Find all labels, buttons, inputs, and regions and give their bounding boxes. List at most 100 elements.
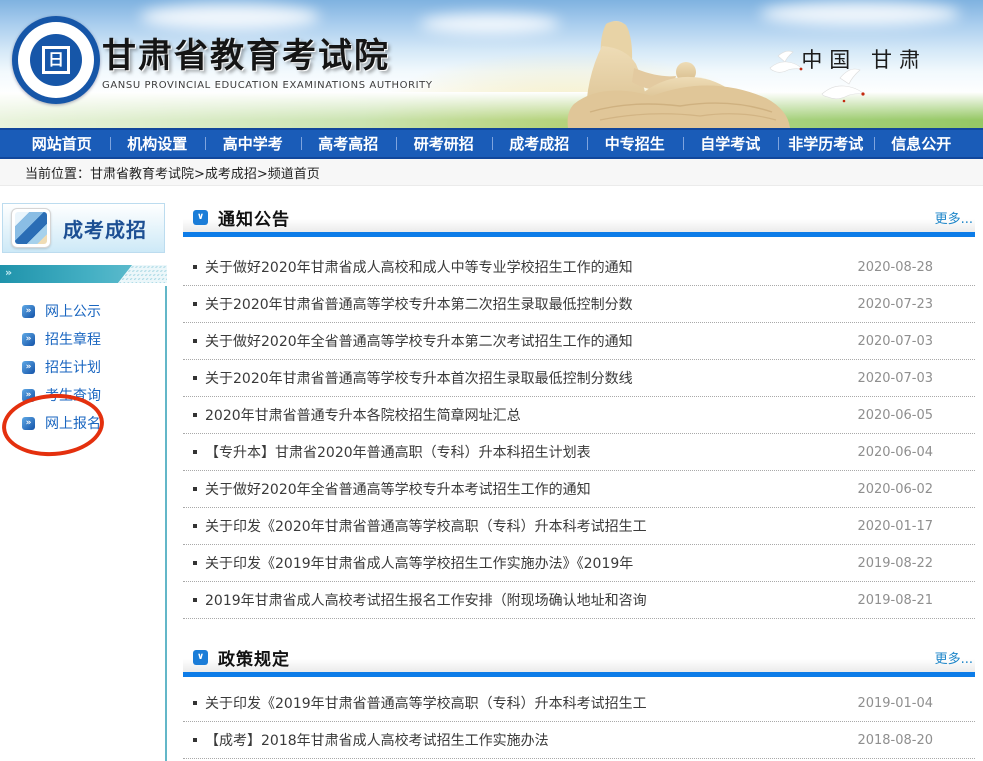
notice-date: 2020-06-04 [857,445,975,460]
bullet-icon [193,738,197,742]
sidebar-item-label[interactable]: 考生查询 [45,385,101,405]
sidebar-menu: » 网上公示 » 招生章程 » 招生计划 » 考生查询 » 网上报名 [0,297,167,437]
main-nav: 网站首页 机构设置 高中学考 高考高招 研考研招 成考成招 中专招生 自学考试 … [0,128,983,159]
notice-date: 2020-01-17 [857,519,975,534]
nav-item-gaokao[interactable]: 高考高招 [301,130,397,157]
policy-date: 2018-08-20 [857,733,975,748]
nav-item-self-study[interactable]: 自学考试 [683,130,779,157]
more-link[interactable]: 更多... [935,648,973,667]
section-marker-icon: ∨ [193,210,208,225]
bullet-icon [193,413,197,417]
more-link[interactable]: 更多... [935,208,973,227]
policy-link[interactable]: 【成考】2018年甘肃省成人高校考试招生工作实施办法 [205,730,549,750]
table-row: 关于印发《2019年甘肃省普通高等学校高职（专科）升本科考试招生工 2019-0… [183,685,975,722]
sidebar-item-label[interactable]: 招生计划 [45,357,101,377]
nav-item-home[interactable]: 网站首页 [14,130,110,157]
notice-date: 2020-07-03 [857,371,975,386]
sidebar: 成考成招 » » 网上公示 » 招生章程 » 招生计划 » [0,186,167,761]
arrow-icon: » [22,417,35,430]
bullet-icon [193,265,197,269]
section-header-notices: ∨ 通知公告 更多... [183,203,975,237]
logo-emblem-glyph: 日 [42,46,70,74]
notice-date: 2019-08-22 [857,556,975,571]
table-row: 关于印发《2020年甘肃省普通高等学校高职（专科）升本科考试招生工 2020-0… [183,508,975,545]
nav-item-adult-exam[interactable]: 成考成招 [492,130,588,157]
table-row: 关于2020年甘肃省普通高等学校专升本首次招生录取最低控制分数线 2020-07… [183,360,975,397]
notice-link[interactable]: 关于印发《2019年甘肃省成人高等学校招生工作实施办法》《2019年 [205,553,633,573]
table-row: 2020年甘肃省普通专升本各院校招生简章网址汇总 2020-06-05 [183,397,975,434]
notice-link[interactable]: 关于做好2020年甘肃省成人高校和成人中等专业学校招生工作的通知 [205,257,633,277]
sidebar-item-online-publicity[interactable]: » 网上公示 [0,297,167,325]
bullet-icon [193,598,197,602]
channel-title: 成考成招 [63,214,147,243]
notice-link[interactable]: 关于做好2020年全省普通高等学校专升本考试招生工作的通知 [205,479,591,499]
notice-date: 2020-07-23 [857,297,975,312]
site-title: 甘肃省教育考试院 [102,28,433,77]
breadcrumb-label: 当前位置： [25,163,90,182]
notice-date: 2020-07-03 [857,334,975,349]
page: 日 甘肃省教育考试院 GANSU PROVINCIAL EDUCATION EX… [0,0,983,761]
sidebar-item-label[interactable]: 网上公示 [45,301,101,321]
sidebar-item-label[interactable]: 招生章程 [45,329,101,349]
sidebar-item-candidate-query[interactable]: » 考生查询 [0,381,167,409]
arrow-icon: » [22,333,35,346]
notice-link[interactable]: 2020年甘肃省普通专升本各院校招生简章网址汇总 [205,405,521,425]
breadcrumb-path[interactable]: 甘肃省教育考试院>成考成招>频道首页 [90,163,320,182]
sidebar-divider [165,286,167,761]
table-row: 【专升本】甘肃省2020年普通高职（专科）升本科招生计划表 2020-06-04 [183,434,975,471]
nav-item-non-academic[interactable]: 非学历考试 [778,130,874,157]
bullet-icon [193,450,197,454]
bullet-icon [193,701,197,705]
sidebar-item-online-registration[interactable]: » 网上报名 [0,409,167,437]
notice-link[interactable]: 2019年甘肃省成人高校考试招生报名工作安排（附现场确认地址和咨询 [205,590,647,610]
site-header: 日 甘肃省教育考试院 GANSU PROVINCIAL EDUCATION EX… [0,0,983,128]
nav-item-info-disclosure[interactable]: 信息公开 [874,130,970,157]
notice-link[interactable]: 【专升本】甘肃省2020年普通高职（专科）升本科招生计划表 [205,442,591,462]
nav-item-highschool-exam[interactable]: 高中学考 [205,130,301,157]
section-header-policies: ∨ 政策规定 更多... [183,643,975,677]
content-area: 成考成招 » » 网上公示 » 招生章程 » 招生计划 » [0,186,983,761]
dove-icon [768,50,806,80]
notice-date: 2019-08-21 [857,593,975,608]
notice-link[interactable]: 关于2020年甘肃省普通高等学校专升本首次招生录取最低控制分数线 [205,368,633,388]
sidebar-banner: » [0,265,167,283]
table-row: 2019年甘肃省成人高校考试招生报名工作安排（附现场确认地址和咨询 2019-0… [183,582,975,619]
sidebar-item-admission-plan[interactable]: » 招生计划 [0,353,167,381]
table-row: 关于做好2020年全省普通高等学校专升本考试招生工作的通知 2020-06-02 [183,471,975,508]
channel-header: 成考成招 [2,203,165,253]
notice-link[interactable]: 关于做好2020年全省普通高等学校专升本第二次考试招生工作的通知 [205,331,633,351]
site-subtitle: GANSU PROVINCIAL EDUCATION EXAMINATIONS … [102,80,433,91]
sidebar-item-admission-charter[interactable]: » 招生章程 [0,325,167,353]
notice-date: 2020-06-05 [857,408,975,423]
region-label: 中国 甘肃 [801,44,927,74]
arrow-icon: » [22,361,35,374]
sidebar-item-label[interactable]: 网上报名 [45,413,101,433]
nav-item-secondary[interactable]: 中专招生 [587,130,683,157]
cloud-decoration [140,4,320,30]
table-row: 关于做好2020年全省普通高等学校专升本第二次考试招生工作的通知 2020-07… [183,323,975,360]
notice-link[interactable]: 关于2020年甘肃省普通高等学校专升本第二次招生录取最低控制分数 [205,294,633,314]
nav-item-postgrad[interactable]: 研考研招 [396,130,492,157]
nav-item-org[interactable]: 机构设置 [110,130,206,157]
notice-link[interactable]: 关于印发《2020年甘肃省普通高等学校高职（专科）升本科考试招生工 [205,516,647,536]
policy-list: 关于印发《2019年甘肃省普通高等学校高职（专科）升本科考试招生工 2019-0… [183,685,975,759]
section-title: 政策规定 [218,645,290,670]
breadcrumb: 当前位置： 甘肃省教育考试院>成考成招>频道首页 [0,159,983,186]
table-row: 【成考】2018年甘肃省成人高校考试招生工作实施办法 2018-08-20 [183,722,975,759]
main-panel: ∨ 通知公告 更多... 关于做好2020年甘肃省成人高校和成人中等专业学校招生… [183,186,975,759]
policy-link[interactable]: 关于印发《2019年甘肃省普通高等学校高职（专科）升本科考试招生工 [205,693,647,713]
bullet-icon [193,376,197,380]
arrow-icon: » [22,305,35,318]
site-title-block: 甘肃省教育考试院 GANSU PROVINCIAL EDUCATION EXAM… [102,28,433,91]
bullet-icon [193,561,197,565]
table-row: 关于印发《2019年甘肃省成人高等学校招生工作实施办法》《2019年 2019-… [183,545,975,582]
table-row: 关于2020年甘肃省普通高等学校专升本第二次招生录取最低控制分数 2020-07… [183,286,975,323]
channel-icon [11,208,51,248]
table-row: 关于做好2020年甘肃省成人高校和成人中等专业学校招生工作的通知 2020-08… [183,249,975,286]
notice-date: 2020-06-02 [857,482,975,497]
bullet-icon [193,487,197,491]
mother-statue-illustration [540,12,792,128]
notice-date: 2020-08-28 [857,260,975,275]
bullet-icon [193,524,197,528]
cloud-decoration [420,14,560,34]
